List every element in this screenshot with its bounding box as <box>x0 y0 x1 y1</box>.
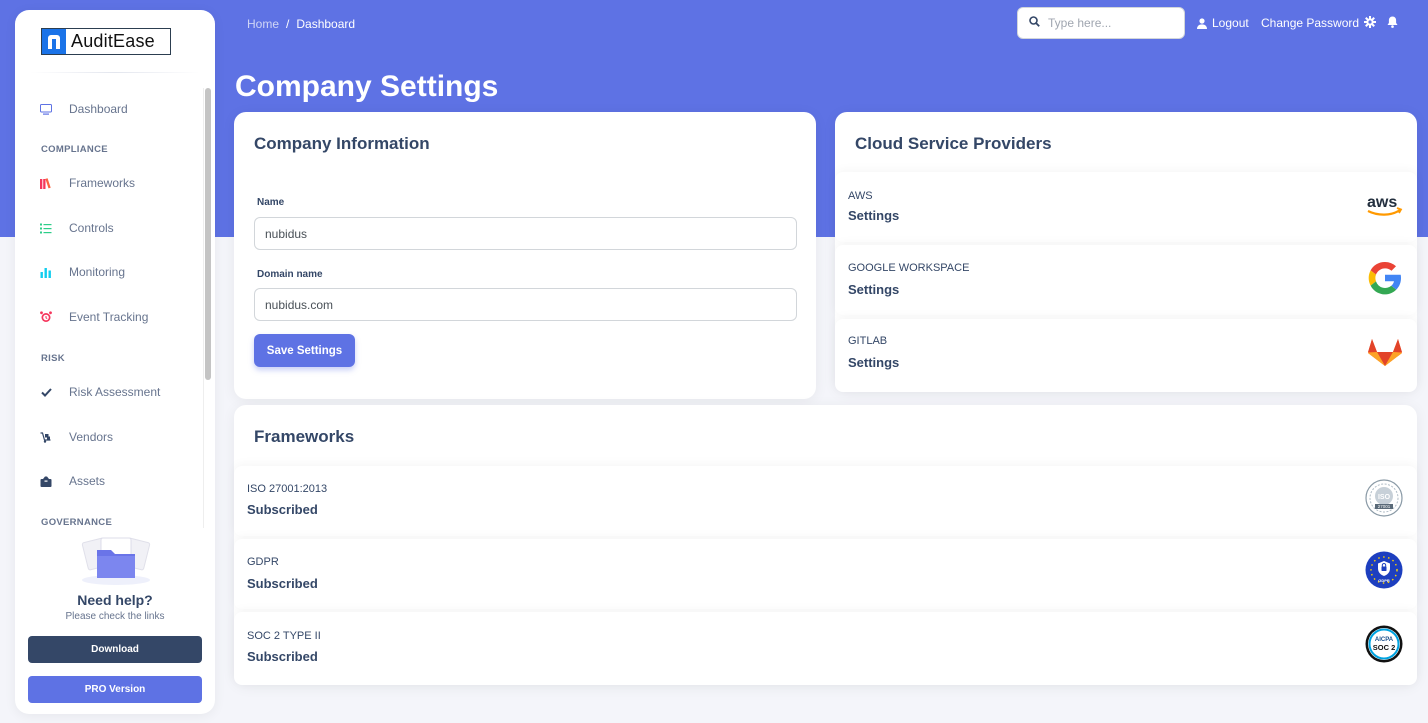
provider-settings-link[interactable]: Settings <box>848 355 899 370</box>
sidebar-item-label: Monitoring <box>69 265 126 279</box>
provider-settings-link[interactable]: Settings <box>848 282 899 297</box>
name-label: Name <box>257 197 285 208</box>
sidebar-item-event-tracking[interactable]: Event Tracking <box>39 306 148 328</box>
help-title: Need help? <box>77 592 153 608</box>
framework-status: Subscribed <box>247 502 318 517</box>
brand-logo[interactable]: AuditEase <box>41 28 171 55</box>
aws-logo-icon: aws <box>1365 192 1405 223</box>
list-icon <box>39 221 53 235</box>
change-password-link[interactable]: Change Password <box>1261 16 1359 30</box>
search-icon <box>1029 14 1040 32</box>
sidebar-item-label: Vendors <box>69 430 114 444</box>
sidebar-item-frameworks[interactable]: Frameworks <box>39 172 135 194</box>
logout-link[interactable]: Logout <box>1197 16 1249 30</box>
svg-text:aws: aws <box>1367 194 1397 211</box>
sidebar-scrollbar[interactable] <box>205 88 211 380</box>
provider-row-gitlab[interactable]: GITLAB Settings <box>835 319 1417 392</box>
svg-text:ISO: ISO <box>1378 494 1391 501</box>
sidebar-item-risk-assessment[interactable]: Risk Assessment <box>39 381 160 403</box>
brand-logo-icon <box>42 29 66 54</box>
folder-illustration <box>79 534 153 586</box>
sidebar-item-label: Assets <box>69 474 106 488</box>
framework-status: Subscribed <box>247 649 318 664</box>
sidebar-item-vendors[interactable]: Vendors <box>39 426 113 448</box>
bar-chart-icon <box>39 265 53 279</box>
badge-text: 27001 <box>1378 504 1391 509</box>
cloud-providers-card: Cloud Service Providers AWS Settings aws… <box>835 112 1417 392</box>
sidebar-item-assets[interactable]: Assets <box>39 470 105 492</box>
framework-name: GDPR <box>247 556 279 568</box>
bell-icon[interactable] <box>1387 16 1398 28</box>
iso-badge-icon: ISO 27001 <box>1365 479 1403 522</box>
sidebar-item-dashboard[interactable]: Dashboard <box>39 98 128 120</box>
pro-version-button[interactable]: PRO Version <box>28 676 202 703</box>
check-icon <box>39 385 53 399</box>
company-information-card: Company Information Name Domain name Sav… <box>234 112 816 399</box>
help-subtitle: Please check the links <box>65 611 165 622</box>
alarm-clock-icon <box>39 310 53 324</box>
badge-text: SOC 2 <box>1373 643 1396 652</box>
brand-name: AuditEase <box>71 31 155 51</box>
user-icon <box>1197 17 1207 29</box>
framework-name: ISO 27001:2013 <box>247 483 328 495</box>
logout-label: Logout <box>1212 16 1249 30</box>
provider-name: GITLAB <box>848 335 888 347</box>
breadcrumb-current: Dashboard <box>296 17 356 31</box>
framework-name: SOC 2 TYPE II <box>247 630 321 642</box>
framework-status: Subscribed <box>247 576 318 591</box>
name-field[interactable] <box>254 217 797 250</box>
google-logo-icon <box>1365 258 1405 303</box>
dolly-icon <box>39 430 53 444</box>
save-settings-button[interactable]: Save Settings <box>254 334 355 367</box>
gitlab-logo-icon <box>1367 333 1403 372</box>
gear-icon[interactable] <box>1364 16 1376 28</box>
monitor-icon <box>39 102 53 116</box>
breadcrumb-home[interactable]: Home <box>247 17 279 31</box>
provider-name: AWS <box>848 190 873 202</box>
section-governance: GOVERNANCE <box>41 517 113 528</box>
sidebar-item-monitoring[interactable]: Monitoring <box>39 261 125 283</box>
soc2-badge-icon: AICPA SOC 2 <box>1365 625 1403 668</box>
framework-row-iso[interactable]: ISO 27001:2013 Subscribed ISO 27001 <box>234 466 1417 536</box>
framework-row-gdpr[interactable]: GDPR Subscribed GDPR <box>234 539 1417 609</box>
box-icon <box>39 474 53 488</box>
domain-label: Domain name <box>257 269 323 280</box>
provider-row-aws[interactable]: AWS Settings aws <box>835 172 1417 242</box>
breadcrumb: Home / Dashboard <box>247 17 355 31</box>
card-title: Company Information <box>254 134 430 153</box>
frameworks-card: Frameworks ISO 27001:2013 Subscribed ISO… <box>234 405 1417 685</box>
domain-field[interactable] <box>254 288 797 321</box>
sidebar-item-label: Frameworks <box>69 176 136 190</box>
sidebar-item-label: Dashboard <box>69 102 128 116</box>
sidebar-item-label: Controls <box>69 221 114 235</box>
badge-text: GDPR <box>1378 578 1390 583</box>
page-title: Company Settings <box>235 70 499 103</box>
card-title: Cloud Service Providers <box>855 134 1052 153</box>
sidebar: AuditEase Dashboard COMPLIANCE Framework… <box>15 10 215 714</box>
sidebar-divider <box>30 72 200 73</box>
search-box[interactable] <box>1017 7 1185 39</box>
section-risk: RISK <box>41 353 65 364</box>
gdpr-badge-icon: GDPR <box>1365 551 1403 594</box>
section-compliance: COMPLIANCE <box>41 144 108 155</box>
help-card: Need help? Please check the links Downlo… <box>15 532 215 714</box>
sidebar-nav: Dashboard COMPLIANCE Frameworks Controls… <box>15 90 200 530</box>
download-button[interactable]: Download <box>28 636 202 663</box>
card-title: Frameworks <box>254 427 355 446</box>
sidebar-item-label: Event Tracking <box>69 310 149 324</box>
provider-name: GOOGLE WORKSPACE <box>848 262 970 274</box>
books-icon <box>39 176 53 190</box>
provider-row-google-workspace[interactable]: GOOGLE WORKSPACE Settings <box>835 245 1417 315</box>
sidebar-item-controls[interactable]: Controls <box>39 217 114 239</box>
framework-row-soc2[interactable]: SOC 2 TYPE II Subscribed AICPA SOC 2 <box>234 612 1417 685</box>
breadcrumb-separator: / <box>286 17 290 31</box>
sidebar-item-label: Risk Assessment <box>69 385 161 399</box>
search-input[interactable] <box>1048 16 1168 30</box>
provider-settings-link[interactable]: Settings <box>848 208 899 223</box>
